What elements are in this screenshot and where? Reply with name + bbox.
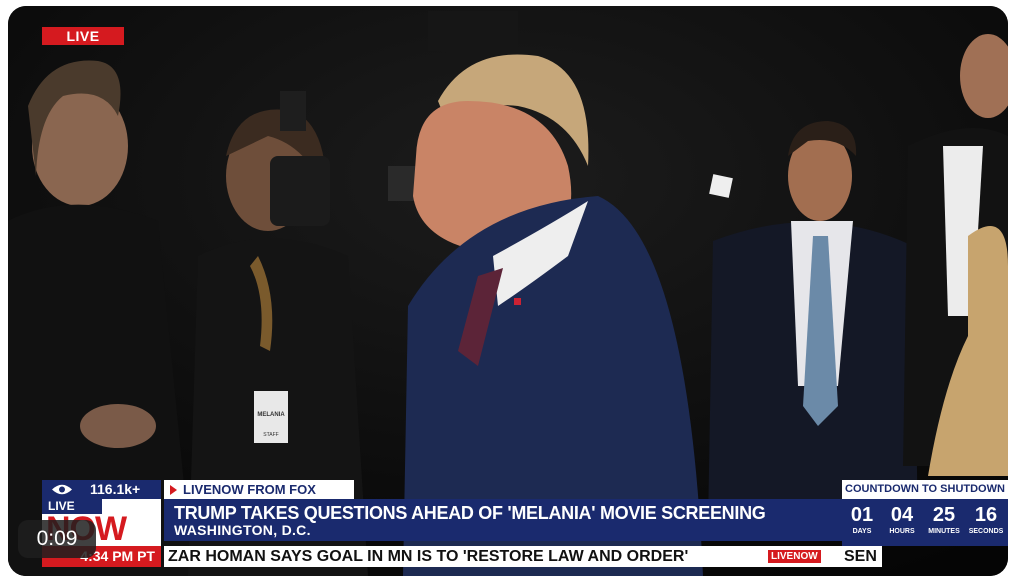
ticker-next: SEN bbox=[844, 548, 877, 565]
elapsed-time: 0:09 bbox=[18, 520, 96, 558]
viewer-count-value: 116.1k+ bbox=[90, 481, 141, 497]
play-arrow-icon bbox=[170, 485, 177, 495]
source-label-text: LIVENOW FROM FOX bbox=[183, 482, 316, 497]
eye-icon bbox=[52, 484, 72, 495]
days-value: 01 bbox=[850, 504, 874, 526]
countdown-minutes: 25 MINUTES bbox=[924, 503, 964, 537]
hours-label: HOURS bbox=[889, 528, 915, 535]
source-label: LIVENOW FROM FOX bbox=[164, 480, 354, 499]
badge-sub: STAFF bbox=[263, 432, 278, 438]
badge-name: MELANIA bbox=[257, 412, 285, 418]
countdown-days: 01 DAYS bbox=[842, 503, 882, 537]
countdown-hours: 04 HOURS bbox=[882, 503, 922, 537]
countdown-title: COUNTDOWN TO SHUTDOWN bbox=[842, 480, 1008, 499]
news-ticker: ZAR HOMAN SAYS GOAL IN MN IS TO 'RESTORE… bbox=[164, 546, 882, 567]
seconds-label: SECONDS bbox=[968, 528, 1004, 535]
headline-banner: TRUMP TAKES QUESTIONS AHEAD OF 'MELANIA'… bbox=[164, 499, 842, 541]
shutdown-countdown: COUNTDOWN TO SHUTDOWN 01 DAYS 04 HOURS 2… bbox=[842, 480, 1008, 546]
days-label: DAYS bbox=[852, 528, 872, 535]
location-text: WASHINGTON, D.C. bbox=[174, 522, 311, 538]
minutes-label: MINUTES bbox=[928, 528, 960, 535]
hours-value: 04 bbox=[890, 504, 914, 526]
seconds-value: 16 bbox=[974, 504, 998, 526]
headline-text: TRUMP TAKES QUESTIONS AHEAD OF 'MELANIA'… bbox=[174, 503, 766, 523]
ticker-text: ZAR HOMAN SAYS GOAL IN MN IS TO 'RESTORE… bbox=[168, 548, 689, 565]
viewer-count: 116.1k+ bbox=[42, 480, 161, 499]
live-badge: LIVE bbox=[42, 27, 124, 45]
ticker-logo: LIVENOW bbox=[768, 550, 821, 563]
minutes-value: 25 bbox=[932, 504, 956, 526]
countdown-seconds: 16 SECONDS bbox=[966, 503, 1006, 537]
